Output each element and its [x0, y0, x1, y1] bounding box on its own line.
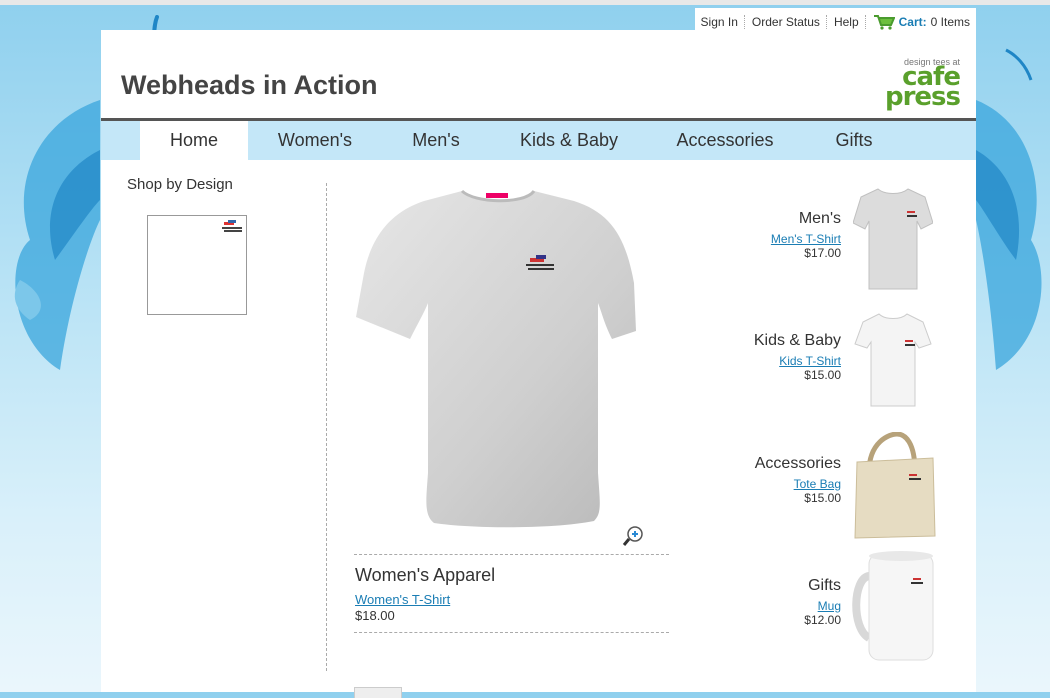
product-category: Gifts: [808, 577, 841, 594]
column-divider: [326, 183, 327, 671]
product-category: Men's: [798, 210, 841, 227]
product-gifts: Gifts Mug $12.00: [804, 577, 841, 627]
product-price: $12.00: [804, 613, 841, 627]
help-link[interactable]: Help: [834, 15, 859, 29]
store-title[interactable]: Webheads in Action: [121, 70, 378, 101]
cart-label: Cart:: [898, 14, 927, 29]
main-nav: Home Women's Men's Kids & Baby Accessori…: [101, 121, 976, 160]
featured-divider-top: [354, 554, 669, 555]
product-link[interactable]: Men's T-Shirt: [771, 232, 841, 246]
featured-price: $18.00: [355, 608, 395, 623]
product-mens: Men's Men's T-Shirt $17.00: [771, 210, 841, 260]
mens-tshirt-image[interactable]: [853, 185, 933, 293]
left-butterfly-decoration: [14, 100, 100, 370]
product-category: Accessories: [754, 455, 841, 472]
featured-product-link[interactable]: Women's T-Shirt: [355, 592, 450, 607]
cart-link[interactable]: Cart: 0 Items: [873, 14, 970, 30]
product-price: $15.00: [804, 491, 841, 505]
nav-home[interactable]: Home: [140, 121, 248, 160]
nav-mens[interactable]: Men's: [396, 121, 476, 160]
product-accessories: Accessories Tote Bag $15.00: [755, 455, 841, 505]
product-price: $15.00: [804, 368, 841, 382]
sign-in-link[interactable]: Sign In: [701, 15, 738, 29]
mug-image[interactable]: [849, 548, 939, 666]
divider: [825, 14, 828, 29]
design-logo-icon: [222, 220, 242, 232]
cafepress-logo[interactable]: design tees at cafe press: [884, 57, 961, 112]
nav-kids-baby[interactable]: Kids & Baby: [513, 121, 625, 160]
divider: [743, 14, 746, 29]
shop-by-design-heading: Shop by Design: [127, 176, 233, 193]
product-kids-baby: Kids & Baby Kids T-Shirt $15.00: [754, 332, 841, 382]
nav-gifts[interactable]: Gifts: [821, 121, 887, 160]
featured-divider-bottom: [354, 632, 669, 633]
featured-product-image[interactable]: [354, 183, 666, 553]
product-link[interactable]: Mug: [804, 599, 841, 613]
logo-line-2: press: [884, 82, 961, 112]
order-status-link[interactable]: Order Status: [752, 15, 820, 29]
design-thumbnail[interactable]: [147, 215, 247, 315]
kids-tshirt-image[interactable]: [853, 310, 933, 410]
nav-womens[interactable]: Women's: [269, 121, 361, 160]
pagination-control[interactable]: [354, 687, 402, 698]
zoom-icon[interactable]: [622, 525, 644, 547]
tote-bag-image[interactable]: [849, 432, 939, 540]
product-category: Kids & Baby: [753, 332, 841, 349]
nav-accessories[interactable]: Accessories: [669, 121, 781, 160]
utility-bar: Sign In Order Status Help Cart: 0 Items: [694, 8, 976, 35]
right-butterfly-decoration: [976, 48, 1042, 370]
womens-tshirt-image: [356, 189, 636, 528]
cart-count: 0 Items: [930, 14, 970, 29]
featured-category: Women's Apparel: [355, 565, 496, 585]
product-price: $17.00: [804, 246, 841, 260]
divider: [864, 14, 867, 29]
browser-top-strip: [0, 0, 1050, 5]
cart-icon: [873, 14, 895, 30]
store-page: Webheads in Action design tees at cafe p…: [101, 30, 976, 698]
product-link[interactable]: Tote Bag: [755, 477, 841, 491]
product-link[interactable]: Kids T-Shirt: [754, 354, 841, 368]
